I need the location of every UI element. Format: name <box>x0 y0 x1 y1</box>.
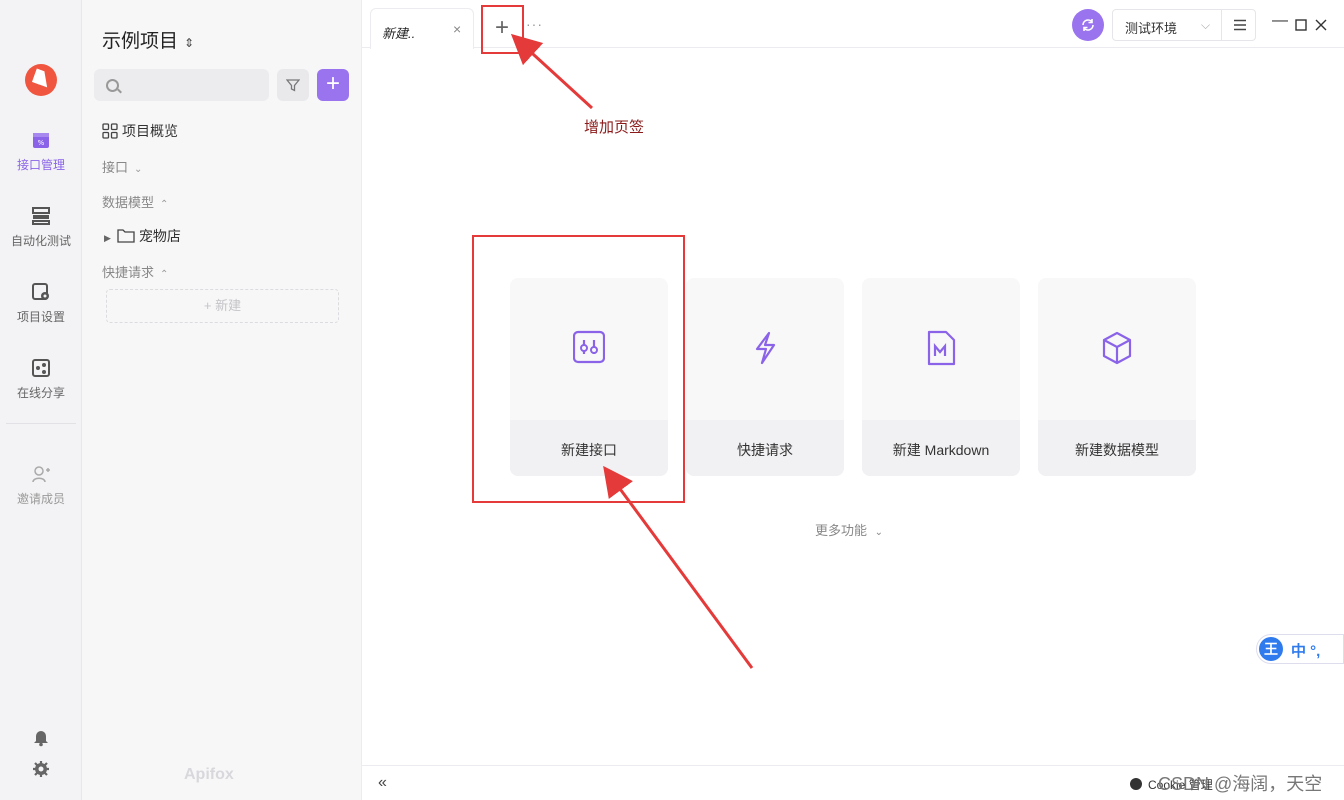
menu-icon <box>1234 19 1246 31</box>
overview-label: 项目概览 <box>122 123 178 139</box>
maximize-icon[interactable] <box>1295 19 1307 31</box>
filter-icon <box>286 79 300 92</box>
more-functions-link[interactable]: 更多功能 ⌄ <box>815 520 883 539</box>
window-close-icon[interactable] <box>1315 19 1327 31</box>
sort-chevron-icon: ⇕ <box>184 36 195 50</box>
tab-label: 新建.. <box>382 26 416 41</box>
filter-button[interactable] <box>277 69 309 101</box>
chevron-down-icon: ⌵ <box>1201 18 1211 32</box>
project-title: 示例项目 <box>102 31 179 52</box>
folder-petstore[interactable]: ▶ 宠物店 <box>104 226 181 246</box>
card-quick-request[interactable]: 快捷请求 <box>686 278 844 476</box>
markdown-icon <box>927 330 956 366</box>
section-api[interactable]: 接口 ⌄ <box>102 157 142 176</box>
add-button[interactable]: + <box>317 69 349 101</box>
sync-icon <box>1082 19 1094 31</box>
apifox-brand: Apifox <box>184 766 234 783</box>
folder-icon <box>117 229 135 243</box>
project-switcher[interactable]: 示例项目 ⇕ <box>102 26 194 53</box>
annotation-box-new-api <box>472 235 685 503</box>
cube-icon <box>1102 331 1132 365</box>
search-icon <box>106 79 119 92</box>
environment-label: 测试环境 <box>1125 21 1178 36</box>
card-label: 新建 Markdown <box>892 442 990 458</box>
card-new-data-model[interactable]: 新建数据模型 <box>1038 278 1196 476</box>
left-rail: % 接口管理 自动化测试 项目设置 在线分享 邀请成员 <box>0 0 82 800</box>
chevron-down-icon: ⌄ <box>874 527 884 538</box>
search-input[interactable] <box>94 69 269 101</box>
collapse-sidebar-button[interactable]: « <box>378 774 387 792</box>
card-label: 快捷请求 <box>737 442 793 458</box>
rail-label: 邀请成员 <box>16 492 65 506</box>
section-quick-label: 快捷请求 <box>102 265 155 280</box>
rail-item-automation[interactable]: 自动化测试 <box>0 206 82 249</box>
card-new-markdown[interactable]: 新建 Markdown <box>862 278 1020 476</box>
bell-icon[interactable] <box>31 727 51 747</box>
api-icon: % <box>33 133 49 148</box>
rail-item-invite[interactable]: 邀请成员 <box>0 464 82 507</box>
share-icon <box>32 359 50 377</box>
rail-item-share[interactable]: 在线分享 <box>0 358 82 401</box>
new-quick-request-button[interactable]: + 新建 <box>106 289 339 323</box>
section-models-label: 数据模型 <box>102 195 155 210</box>
lightning-icon <box>755 331 776 365</box>
csdn-watermark: CSDN @海阔，天空 <box>1158 774 1323 794</box>
rail-label: 在线分享 <box>16 386 65 400</box>
automation-icon <box>32 207 50 225</box>
minimize-icon[interactable]: — <box>1272 12 1288 30</box>
project-settings-icon <box>32 283 49 300</box>
close-icon[interactable]: × <box>453 21 461 37</box>
more-tabs-icon[interactable]: ··· <box>526 16 543 32</box>
annotation-box-add-tab <box>481 5 524 54</box>
tab-new[interactable]: 新建.. × <box>370 8 474 49</box>
svg-text:%: % <box>38 139 45 147</box>
ime-logo: 王 <box>1259 637 1283 661</box>
more-functions-label: 更多功能 <box>815 523 868 538</box>
app-window: % 接口管理 自动化测试 项目设置 在线分享 邀请成员 示例项目 ⇕ + 项目概… <box>0 0 1344 800</box>
annotation-label: 增加页签 <box>584 119 645 136</box>
sidebar-item-overview[interactable]: 项目概览 <box>102 121 178 141</box>
section-quick-requests[interactable]: 快捷请求 ⌃ <box>102 262 168 281</box>
rail-label: 项目设置 <box>16 310 65 324</box>
ime-mode: 中 °, <box>1291 643 1321 660</box>
sync-button[interactable] <box>1072 9 1104 41</box>
bottom-bar: « Cookie 管理 CSDN @海阔，天空 <box>362 765 1344 800</box>
apifox-logo-icon <box>25 64 57 96</box>
invite-user-icon <box>32 466 50 483</box>
environment-select[interactable]: 测试环境 ⌵ <box>1112 9 1256 41</box>
rail-item-project-settings[interactable]: 项目设置 <box>0 282 82 325</box>
chevron-up-icon: ⌃ <box>160 269 169 280</box>
card-label: 新建数据模型 <box>1075 442 1159 458</box>
rail-label: 自动化测试 <box>10 234 71 248</box>
rail-label: 接口管理 <box>16 158 65 172</box>
ime-toolbar[interactable]: 王 中 °, <box>1256 634 1344 664</box>
rail-item-api-management[interactable]: % 接口管理 <box>0 130 82 173</box>
section-data-models[interactable]: 数据模型 ⌃ <box>102 192 168 211</box>
chevron-up-icon: ⌃ <box>160 199 169 210</box>
chevron-down-icon: ⌄ <box>134 164 143 175</box>
rail-divider <box>6 423 76 424</box>
environment-menu-button[interactable] <box>1221 10 1257 40</box>
cookie-icon <box>1130 778 1142 790</box>
grid-icon <box>102 123 118 139</box>
folder-label: 宠物店 <box>138 228 181 244</box>
section-api-label: 接口 <box>102 160 129 175</box>
project-sidebar: 示例项目 ⇕ + 项目概览 接口 ⌄ 数据模型 ⌃ ▶ 宠物店 快捷请求 ⌃ + 新建 A… <box>82 0 362 800</box>
caret-right-icon: ▶ <box>104 233 111 243</box>
gear-icon[interactable] <box>31 759 51 779</box>
